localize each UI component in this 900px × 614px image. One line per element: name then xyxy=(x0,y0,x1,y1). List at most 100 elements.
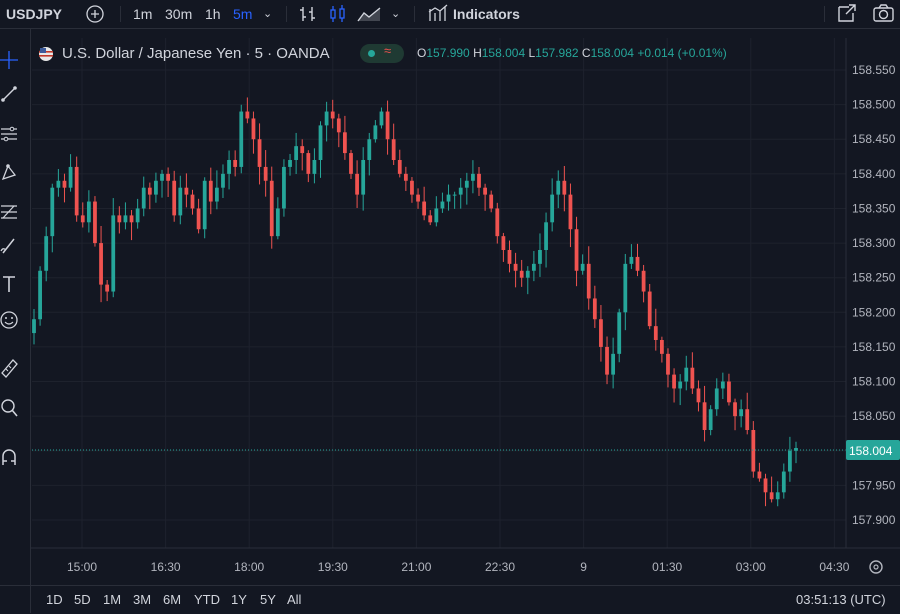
candle xyxy=(196,198,201,234)
range-all[interactable]: All xyxy=(287,586,301,614)
candle xyxy=(275,197,280,240)
candle xyxy=(62,173,67,203)
candle xyxy=(367,132,372,176)
candle xyxy=(763,473,768,507)
chart-canvas[interactable]: 158.550 158.500 158.450 158.400 158.350 158.3… xyxy=(0,0,900,613)
market-status-pill[interactable]: ≈ xyxy=(360,43,404,63)
candle xyxy=(355,160,359,209)
utc-clock[interactable]: 03:51:13 (UTC) xyxy=(796,586,886,614)
time-tick-label: 03:00 xyxy=(736,560,766,574)
candle xyxy=(190,189,195,215)
candle xyxy=(312,148,317,184)
candle xyxy=(617,308,622,363)
candle xyxy=(519,259,524,287)
candle xyxy=(257,123,262,185)
price-tick-label: 157.900 xyxy=(852,513,896,527)
candle xyxy=(696,380,701,412)
price-tick-label: 158.450 xyxy=(852,132,896,146)
range-1y[interactable]: 1Y xyxy=(231,586,247,614)
candle xyxy=(202,177,207,239)
candle xyxy=(306,150,311,183)
candle xyxy=(745,392,750,435)
range-1d[interactable]: 1D xyxy=(46,586,63,614)
candle xyxy=(574,216,579,287)
range-bar: 1D 5D 1M 3M 6M YTD 1Y 5Y All 03:51:13 (U… xyxy=(0,585,900,614)
candle xyxy=(397,149,402,178)
market-open-dot-icon xyxy=(368,50,375,57)
price-tick-label: 158.150 xyxy=(852,340,896,354)
range-5y[interactable]: 5Y xyxy=(260,586,276,614)
candle xyxy=(410,177,414,203)
range-ytd[interactable]: YTD xyxy=(194,586,220,614)
price-tick-label: 158.200 xyxy=(852,305,896,319)
candle xyxy=(708,405,713,436)
candle xyxy=(586,246,591,310)
price-tick-label: 158.500 xyxy=(852,98,896,112)
candle xyxy=(147,182,152,210)
candle xyxy=(653,308,658,351)
price-tick-label: 158.100 xyxy=(852,375,896,389)
high-label: H xyxy=(473,46,482,60)
candle xyxy=(318,121,323,178)
candle xyxy=(556,170,561,209)
candle xyxy=(727,373,731,406)
candle xyxy=(422,186,427,221)
candle xyxy=(32,308,36,345)
candle xyxy=(227,150,231,190)
candle xyxy=(471,160,475,194)
candle xyxy=(343,115,347,160)
candle xyxy=(592,285,597,328)
open-value: 157.990 xyxy=(426,46,470,60)
candle xyxy=(403,166,408,191)
candle xyxy=(477,166,481,196)
time-tick-label: 19:30 xyxy=(318,560,348,574)
candle xyxy=(550,178,555,232)
close-value: 158.004 xyxy=(590,46,634,60)
candle xyxy=(781,463,786,499)
candle xyxy=(458,178,463,209)
range-5d[interactable]: 5D xyxy=(74,586,91,614)
open-label: O xyxy=(417,46,427,60)
candle xyxy=(117,206,122,234)
candle xyxy=(245,97,250,124)
price-tick-label: 158.550 xyxy=(852,63,896,77)
range-3m[interactable]: 3M xyxy=(133,586,151,614)
candle xyxy=(659,336,664,363)
range-6m[interactable]: 6M xyxy=(163,586,181,614)
candle xyxy=(525,266,530,295)
candle xyxy=(507,240,512,273)
candle xyxy=(672,368,676,403)
candle xyxy=(44,226,49,282)
candle xyxy=(221,164,225,199)
candle xyxy=(623,253,628,331)
candle xyxy=(263,150,268,197)
candle xyxy=(531,250,536,282)
candle xyxy=(56,169,61,197)
time-tick-label: 15:00 xyxy=(67,560,97,574)
time-axis: 15:00 16:30 18:00 19:30 21:00 22:30 9 01:30 03:0… xyxy=(67,560,850,574)
candle xyxy=(172,170,177,222)
candle xyxy=(99,226,103,303)
time-tick-label: 21:00 xyxy=(401,560,431,574)
candle xyxy=(788,436,792,482)
chart-title[interactable]: U.S. Dollar / Japanese Yen · 5 · OANDA xyxy=(62,45,330,62)
candle xyxy=(611,337,616,389)
candle xyxy=(684,355,689,391)
candle xyxy=(38,266,42,326)
price-tick-label: 158.050 xyxy=(852,409,896,423)
candle xyxy=(233,150,238,177)
candle xyxy=(324,101,329,142)
candle xyxy=(769,476,774,503)
candle xyxy=(690,352,695,394)
candle xyxy=(166,167,171,198)
settings-gear-icon[interactable] xyxy=(869,560,883,574)
candle xyxy=(123,202,128,230)
time-tick-label: 9 xyxy=(580,560,587,574)
range-1m[interactable]: 1M xyxy=(103,586,121,614)
candle xyxy=(733,398,737,431)
candle xyxy=(489,190,494,213)
time-tick-label: 01:30 xyxy=(652,560,682,574)
grid xyxy=(32,38,846,548)
candle xyxy=(178,175,183,225)
price-tick-label: 158.300 xyxy=(852,236,896,250)
